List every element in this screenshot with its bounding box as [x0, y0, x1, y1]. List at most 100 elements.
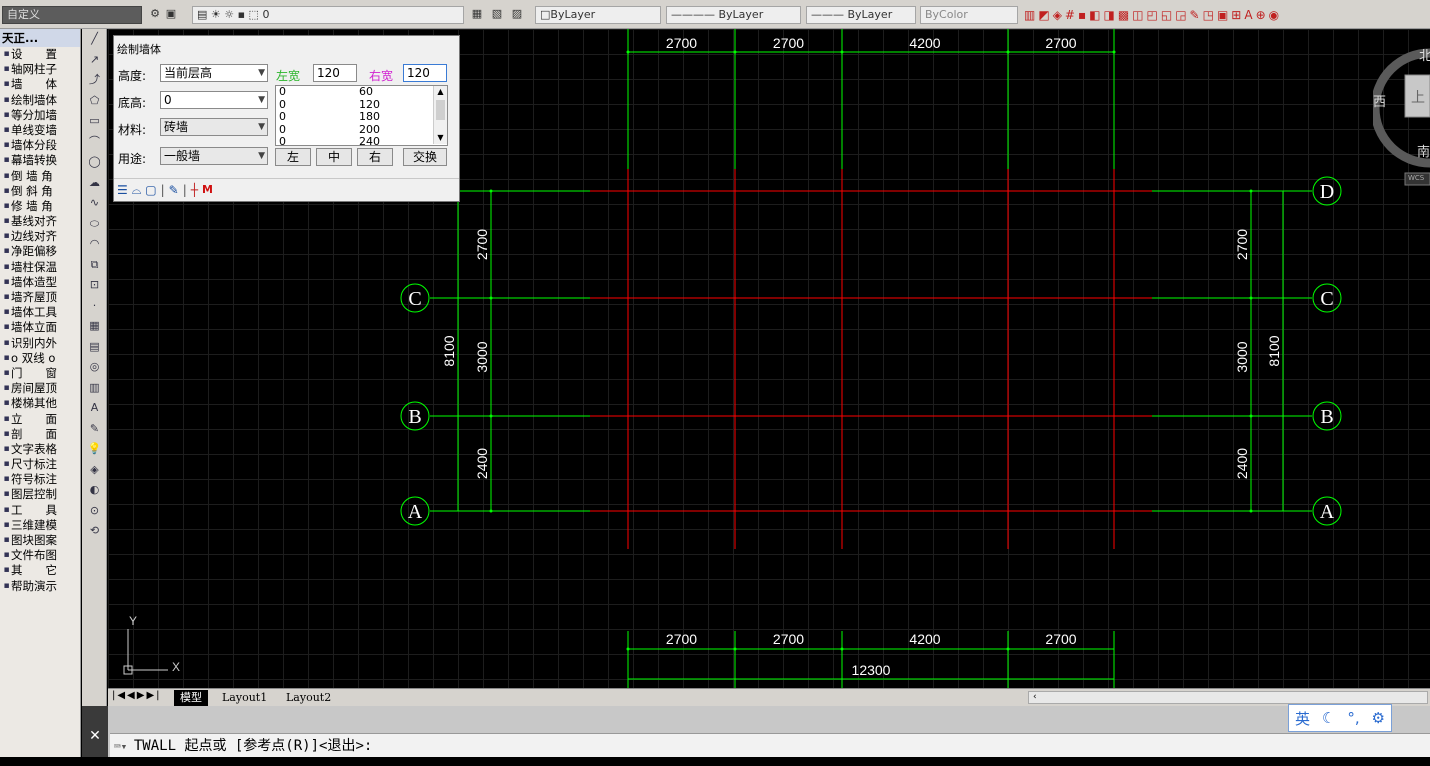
gear-icon[interactable]: ⚙ — [1372, 709, 1385, 727]
menu-item[interactable]: ▪ 识别内外 — [0, 336, 80, 351]
scroll-down-icon[interactable]: ▼ — [434, 132, 447, 144]
menu-item[interactable]: ▪ 边线对齐 — [0, 229, 80, 244]
menu-item[interactable]: ▪ 帮助演示 — [0, 579, 80, 594]
gradient-icon[interactable]: ▤ — [82, 337, 107, 358]
tool-icon-15[interactable]: ▣ — [1217, 4, 1228, 26]
orbit-icon[interactable]: ⟲ — [82, 521, 107, 542]
material-combo[interactable]: 砖墙 ▼ — [160, 118, 268, 136]
ellipse-arc-icon[interactable]: ◠ — [82, 234, 107, 255]
arc-icon[interactable]: ⌒ — [82, 132, 107, 153]
tool-icon-5[interactable]: ▪ — [1078, 4, 1086, 26]
mode-m-button[interactable]: M — [202, 183, 213, 198]
scroll-up-icon[interactable]: ▲ — [434, 86, 447, 98]
menu-title[interactable]: 天正... — [0, 29, 80, 47]
tool-icon-11[interactable]: ◱ — [1161, 4, 1172, 26]
tool-icon-7[interactable]: ◨ — [1103, 4, 1114, 26]
straight-wall-icon[interactable]: ☰ — [117, 183, 128, 198]
circle-icon[interactable]: ◯ — [82, 152, 107, 173]
layer-dropdown[interactable]: ▤ ☀ ☼ ▪ ⬚ 0 — [192, 6, 464, 24]
menu-item[interactable]: ▪ 墙齐屋顶 — [0, 290, 80, 305]
viewcube-top-face[interactable]: 上 — [1411, 87, 1425, 107]
menu-item[interactable]: ▪ 文件布图 — [0, 548, 80, 563]
list-item[interactable]: 0 60 — [276, 86, 447, 99]
list-item[interactable]: 0 240 — [276, 135, 447, 145]
pline-icon[interactable]: ⤴ — [82, 70, 107, 91]
height-combo[interactable]: 当前层高 ▼ — [160, 64, 268, 82]
tool-icon-14[interactable]: ◳ — [1203, 4, 1214, 26]
plotstyle-dropdown[interactable]: ByColor — [920, 6, 1018, 24]
tool-icon-10[interactable]: ◰ — [1147, 4, 1158, 26]
tab-layout1[interactable]: Layout1 — [216, 690, 273, 706]
crosshair-icon[interactable]: ┼ — [191, 183, 198, 198]
mtext-icon[interactable]: A — [82, 398, 107, 419]
scroll-thumb[interactable] — [436, 100, 445, 120]
menu-item[interactable]: ▪ 墙体分段 — [0, 138, 80, 153]
workspace-dropdown[interactable]: 自定义 — [2, 6, 142, 24]
close-icon[interactable]: ✕ — [82, 706, 108, 757]
layer-match-icon[interactable]: ▨ — [510, 6, 524, 22]
menu-item[interactable]: ▪ 幕墙转换 — [0, 153, 80, 168]
menu-item[interactable]: ▪ 修 墙 角 — [0, 199, 80, 214]
menu-item[interactable]: ▪ 墙柱保温 — [0, 260, 80, 275]
insert-block-icon[interactable]: ⧉ — [82, 255, 107, 276]
menu-item[interactable]: ▪ 图层控制 — [0, 487, 80, 502]
polygon-icon[interactable]: ⬠ — [82, 91, 107, 112]
menu-item[interactable]: ▪ 工 具 — [0, 503, 80, 518]
ime-language[interactable]: 英 — [1295, 708, 1310, 729]
menu-item[interactable]: ▪ 绘制墙体 — [0, 93, 80, 108]
tool-icon-6[interactable]: ◧ — [1089, 4, 1100, 26]
menu-item[interactable]: ▪ 三维建模 — [0, 518, 80, 533]
material-icon[interactable]: ◈ — [82, 460, 107, 481]
tool-icon-16[interactable]: ⊞ — [1231, 4, 1241, 26]
wcs-menu[interactable]: WCS — [1408, 174, 1424, 182]
tab-nav-arrows[interactable]: |◀◀▶▶| — [112, 690, 162, 701]
menu-item[interactable]: ▪ 单线变墙 — [0, 123, 80, 138]
color-dropdown[interactable]: □ByLayer — [535, 6, 661, 24]
menu-item[interactable]: ▪ 墙体工具 — [0, 305, 80, 320]
horizontal-scrollbar[interactable]: ‹ — [1028, 691, 1428, 704]
usage-combo[interactable]: 一般墙 ▼ — [160, 147, 268, 165]
viewcube-west[interactable]: 西 — [1373, 91, 1386, 110]
pick-icon[interactable]: ✎ — [169, 183, 179, 198]
align-right-button[interactable]: 右 — [357, 148, 393, 166]
camera-icon[interactable]: ⊙ — [82, 501, 107, 522]
menu-item[interactable]: ▪ 轴网柱子 — [0, 62, 80, 77]
viewcube-south[interactable]: 南 — [1417, 141, 1430, 160]
tool-icon-19[interactable]: ◉ — [1269, 4, 1279, 26]
menu-item[interactable]: ▪ 其 它 — [0, 563, 80, 578]
tab-model[interactable]: 模型 — [174, 690, 208, 706]
menu-item[interactable]: ▪ 尺寸标注 — [0, 457, 80, 472]
lineweight-dropdown[interactable]: ——— ByLayer — [806, 6, 916, 24]
arc-wall-icon[interactable]: ⌓ — [132, 183, 142, 198]
menu-item[interactable]: ▪ 设 置 — [0, 47, 80, 62]
viewcube[interactable]: 北 西 南 上 WCS — [1370, 45, 1430, 195]
viewcube-north[interactable]: 北 — [1419, 45, 1430, 64]
menu-item[interactable]: ▪ 图块图案 — [0, 533, 80, 548]
tool-icon-2[interactable]: ◩ — [1038, 4, 1049, 26]
add-selected-icon[interactable]: ✎ — [82, 419, 107, 440]
rect-wall-icon[interactable]: ▢ — [145, 183, 156, 198]
command-line[interactable]: ⌨▾ TWALL 起点或 [参考点(R)]<退出>: — [110, 733, 1430, 757]
left-width-input[interactable]: 120 — [313, 64, 357, 82]
rectangle-icon[interactable]: ▭ — [82, 111, 107, 132]
spline-icon[interactable]: ∿ — [82, 193, 107, 214]
menu-item[interactable]: ▪ 房间屋顶 — [0, 381, 80, 396]
tool-icon-4[interactable]: # — [1065, 4, 1075, 26]
menu-item[interactable]: ▪ 等分加墙 — [0, 108, 80, 123]
list-item[interactable]: 0 180 — [276, 110, 447, 124]
region-icon[interactable]: ◎ — [82, 357, 107, 378]
swap-button[interactable]: 交换 — [403, 148, 447, 166]
right-width-input[interactable]: 120 — [403, 64, 447, 82]
tool-icon-12[interactable]: ◲ — [1175, 4, 1186, 26]
settings-icon[interactable]: ⚙ — [148, 6, 162, 22]
menu-item[interactable]: ▪ 净距偏移 — [0, 244, 80, 259]
menu-item[interactable]: ▪ 基线对齐 — [0, 214, 80, 229]
tool-icon-17[interactable]: A — [1244, 4, 1252, 26]
ime-toolbar[interactable]: 英 ☾ °, ⚙ — [1288, 704, 1392, 732]
width-list[interactable]: 0 60 0 120 0 180 0 200 0 240 ▲ ▼ — [275, 85, 448, 146]
punctuation-icon[interactable]: °, — [1347, 709, 1359, 727]
layer-prev-icon[interactable]: ▧ — [490, 6, 504, 22]
make-block-icon[interactable]: ⊡ — [82, 275, 107, 296]
layer-manager-icon[interactable]: ▦ — [470, 6, 484, 22]
tool-icon-9[interactable]: ◫ — [1132, 4, 1143, 26]
